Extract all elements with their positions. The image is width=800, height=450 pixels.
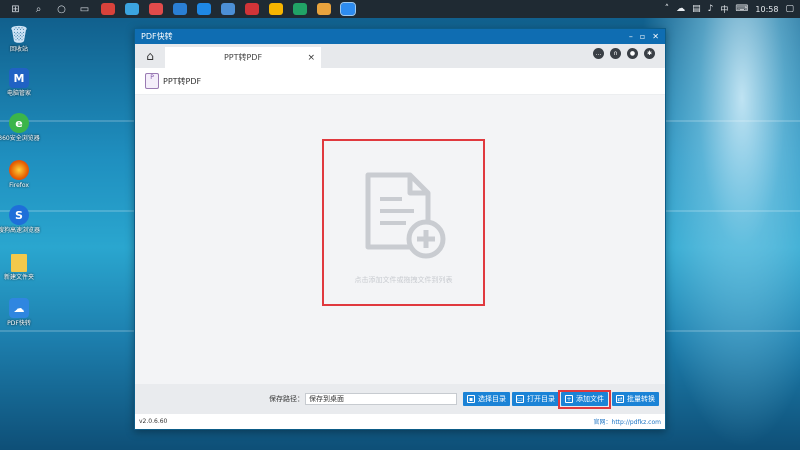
taskbar-app-icon[interactable]: [197, 3, 211, 15]
network-icon[interactable]: ▤: [692, 4, 701, 14]
add-file-dropzone[interactable]: 点击添加文件或拖拽文件到列表: [322, 139, 485, 306]
home-icon[interactable]: ⌂: [135, 44, 165, 68]
close-icon[interactable]: ✕: [652, 32, 659, 41]
function-title: PPT转PDF: [163, 76, 202, 86]
search-icon[interactable]: ⌕: [31, 3, 46, 16]
taskbar: ⊞ ⌕ ○ ▭ ˄ ☁ ▤ ♪ 中 ⌨ 10:58 ▢: [0, 0, 800, 18]
add-file-highlight-box: [558, 390, 611, 409]
360-browser-icon: e: [9, 113, 29, 133]
desktop-icon-sogou-browser[interactable]: S 搜狗高速浏览器: [0, 205, 40, 235]
taskbar-app-icon-active[interactable]: [340, 2, 356, 16]
desktop-icon-label: Firefox: [9, 182, 29, 189]
gear-icon[interactable]: ✱: [644, 48, 655, 59]
desktop-icon-label: PDF快转: [7, 320, 31, 327]
chevron-up-icon[interactable]: ˄: [665, 4, 670, 14]
convert-icon: ⇄: [616, 395, 624, 403]
desktop-icon-new-folder[interactable]: 新建文件夹: [2, 254, 36, 282]
windows-start-icon[interactable]: ⊞: [8, 3, 23, 16]
desktop-icon-360-browser[interactable]: e 360安全浏览器: [0, 113, 40, 143]
version-label: v2.0.6.60: [139, 418, 168, 425]
user-icon[interactable]: ●: [627, 48, 638, 59]
clock[interactable]: 10:58: [755, 5, 778, 14]
system-tray: ˄ ☁ ▤ ♪ 中 ⌨ 10:58 ▢: [665, 0, 794, 18]
bottom-toolbar: 保存路径： 保存到桌面 ▪ 选择目录 ▭ 打开目录 + 添加文件 ⇄ 批量转换: [135, 384, 665, 414]
desktop-icon-pdf-kuaizhuan[interactable]: ☁ PDF快转: [2, 298, 36, 328]
desktop-icon-label: 新建文件夹: [3, 274, 34, 281]
taskbar-app-icon[interactable]: [221, 3, 235, 15]
tab-ppt-to-pdf[interactable]: PPT转PDF ×: [165, 47, 321, 68]
taskbar-app-icon[interactable]: [173, 3, 187, 15]
maximize-icon[interactable]: ▫: [640, 32, 645, 41]
folder-open-icon: ▭: [516, 395, 524, 403]
save-path-input[interactable]: 保存到桌面: [305, 393, 457, 405]
chat-icon[interactable]: …: [593, 48, 604, 59]
taskbar-app-icon[interactable]: [317, 3, 331, 15]
open-directory-button[interactable]: ▭ 打开目录: [512, 392, 559, 406]
status-bar: v2.0.6.60 官网：http://pdfkz.com: [135, 414, 665, 429]
window-titlebar[interactable]: PDF快转 – ▫ ✕: [135, 29, 665, 44]
taskbar-app-icon[interactable]: [149, 3, 163, 15]
desktop-icon-label: 搜狗高速浏览器: [0, 227, 40, 234]
cloud-icon[interactable]: ☁: [676, 4, 685, 14]
folder-icon: [11, 254, 27, 272]
function-header: P PPT转PDF: [135, 68, 665, 95]
taskbar-app-icon[interactable]: [269, 3, 283, 15]
desktop-icon-pc-manager[interactable]: M 电脑管家: [2, 68, 36, 98]
sogou-browser-icon: S: [9, 205, 29, 225]
tab-close-icon[interactable]: ×: [307, 53, 315, 63]
firefox-icon: [9, 160, 29, 180]
keyboard-icon[interactable]: ⌨: [735, 4, 748, 14]
batch-convert-button[interactable]: ⇄ 批量转换: [612, 392, 659, 406]
ppt-file-icon: P: [145, 73, 159, 89]
desktop-icon-label: 回收站: [9, 46, 28, 53]
file-list-area[interactable]: 点击添加文件或拖拽文件到列表: [135, 95, 665, 384]
pc-manager-icon: M: [9, 68, 29, 88]
recycle-bin-icon: 🗑: [8, 24, 30, 44]
desktop-icon-firefox[interactable]: Firefox: [2, 160, 36, 190]
minimize-icon[interactable]: –: [629, 32, 633, 41]
save-icon: ▪: [467, 395, 475, 403]
headset-icon[interactable]: ∩: [610, 48, 621, 59]
website-link[interactable]: 官网：http://pdfkz.com: [594, 417, 661, 426]
cortana-icon[interactable]: ○: [54, 3, 69, 16]
taskbar-app-icon[interactable]: [245, 3, 259, 15]
pdf-cloud-icon: ☁: [9, 298, 29, 318]
dropzone-hint: 点击添加文件或拖拽文件到列表: [354, 276, 453, 284]
add-document-icon: [365, 172, 445, 259]
save-path-label: 保存路径：: [269, 395, 304, 403]
ime-indicator[interactable]: 中: [720, 4, 728, 15]
taskbar-app-icon[interactable]: [293, 3, 307, 15]
app-window: PDF快转 – ▫ ✕ ⌂ PPT转PDF × … ∩ ● ✱ P PPT转PD…: [134, 28, 666, 430]
desktop-icon-recycle-bin[interactable]: 🗑 回收站: [2, 24, 36, 54]
toolbar-icons: … ∩ ● ✱: [593, 48, 655, 59]
tab-bar: ⌂ PPT转PDF × … ∩ ● ✱: [135, 44, 665, 68]
choose-directory-button[interactable]: ▪ 选择目录: [463, 392, 510, 406]
notification-icon[interactable]: ▢: [785, 4, 794, 14]
desktop-icon-label: 360安全浏览器: [0, 135, 40, 142]
window-title: PDF快转: [141, 32, 173, 41]
volume-icon[interactable]: ♪: [708, 4, 714, 14]
taskbar-app-icon[interactable]: [101, 3, 115, 15]
task-view-icon[interactable]: ▭: [77, 3, 92, 16]
desktop-icon-label: 电脑管家: [6, 90, 31, 97]
tab-label: PPT转PDF: [223, 53, 263, 62]
taskbar-app-icon[interactable]: [125, 3, 139, 15]
